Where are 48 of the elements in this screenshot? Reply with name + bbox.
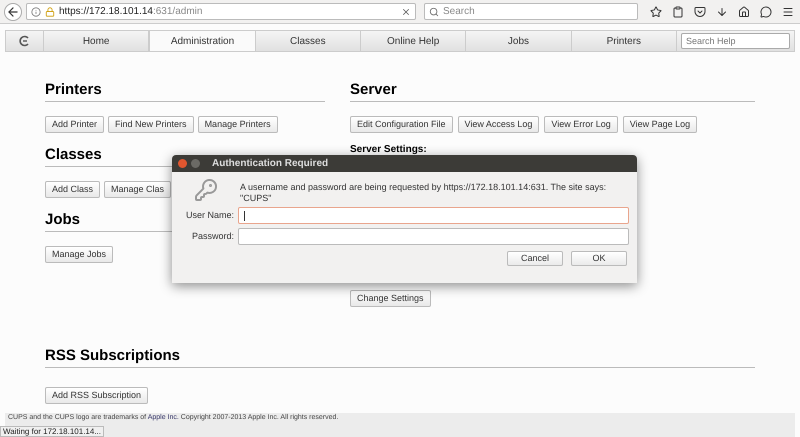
address-bar[interactable]: https://172.18.101.14:631/admin xyxy=(26,3,416,20)
page-button[interactable]: Edit Configuration File xyxy=(350,116,453,133)
star-icon[interactable] xyxy=(650,6,662,18)
lock-icon[interactable] xyxy=(45,6,55,16)
field-label: Password: xyxy=(190,230,234,243)
pocket-icon[interactable] xyxy=(694,6,706,18)
dialog-message: A username and password are being requested by https://172.18.101.14:631. The site says: "CUPS" xyxy=(240,181,608,204)
page-button[interactable]: Add Class xyxy=(45,181,100,198)
close-icon[interactable] xyxy=(401,6,411,16)
page-button[interactable]: Add RSS Subscription xyxy=(45,387,148,404)
nav-tab[interactable]: Administration xyxy=(149,31,256,51)
page-button[interactable]: Manage Clas xyxy=(104,181,172,198)
section-heading: Printers xyxy=(45,81,325,102)
download-icon[interactable] xyxy=(716,6,728,18)
info-icon[interactable] xyxy=(31,6,41,16)
search-icon xyxy=(429,6,439,16)
help-search-field[interactable]: Search Help xyxy=(680,33,790,49)
nav-tab[interactable]: Printers xyxy=(572,31,677,51)
clipboard-icon[interactable] xyxy=(672,6,684,18)
input-field[interactable] xyxy=(238,228,629,245)
settings-label: Server Settings: xyxy=(350,143,428,157)
back-icon[interactable] xyxy=(4,2,22,20)
section-heading: Server xyxy=(350,81,755,102)
menu-icon[interactable] xyxy=(782,6,794,18)
page-button[interactable]: Manage Printers xyxy=(198,116,278,133)
page-button[interactable]: View Error Log xyxy=(544,116,618,133)
page-button[interactable]: Add Printer xyxy=(45,116,104,133)
url-text: https://172.18.101.14:631/admin xyxy=(59,5,202,19)
home-icon[interactable] xyxy=(738,6,750,18)
dialog-button[interactable]: OK xyxy=(571,251,627,266)
page-button[interactable]: Change Settings xyxy=(350,290,431,307)
close-icon[interactable] xyxy=(178,159,187,168)
nav-tab[interactable]: Classes xyxy=(256,31,361,51)
key-icon xyxy=(194,178,218,202)
search-placeholder: Search xyxy=(443,5,475,19)
status-bar: Waiting for 172.18.101.14... xyxy=(0,426,104,437)
nav-tab[interactable]: Jobs xyxy=(466,31,572,51)
section-heading: RSS Subscriptions xyxy=(45,347,755,368)
page-button[interactable]: View Page Log xyxy=(622,116,698,133)
input-field[interactable] xyxy=(238,207,629,224)
page-button[interactable]: View Access Log xyxy=(458,116,540,133)
chat-icon[interactable] xyxy=(760,6,772,18)
field-label: User Name: xyxy=(184,208,234,222)
dialog-button[interactable]: Cancel xyxy=(507,251,563,266)
page-button[interactable]: Manage Jobs xyxy=(45,246,114,263)
search-field[interactable]: Search xyxy=(424,3,638,20)
page-button[interactable]: Find New Printers xyxy=(108,116,194,133)
nav-tab[interactable]: Online Help xyxy=(360,31,466,51)
